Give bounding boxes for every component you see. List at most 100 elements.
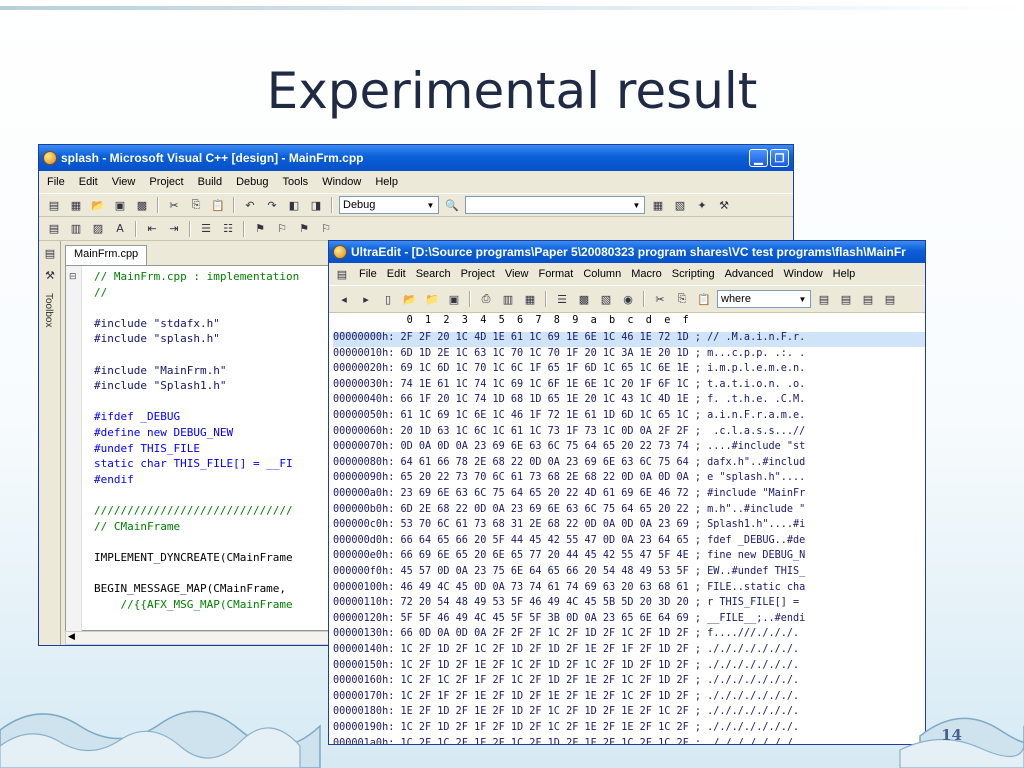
spell-check-icon[interactable]: ▦ (521, 291, 539, 307)
solution-config-combo[interactable]: Debug ▼ (339, 196, 439, 214)
ue-menu-project[interactable]: Project (461, 268, 495, 280)
indent-icon[interactable]: ⇥ (165, 221, 183, 237)
collapse-icon[interactable]: ⊟ (69, 272, 77, 282)
code-line: BEGIN_MESSAGE_MAP(CMainFrame, (94, 582, 287, 595)
horizontal-scrollbar[interactable]: ◀ (65, 631, 365, 645)
ue-window-title: UltraEdit - [D:\Source programs\Paper 5\… (351, 245, 906, 259)
menu-debug[interactable]: Debug (236, 176, 268, 188)
wrench-icon[interactable]: ⚒ (715, 197, 733, 213)
cut-icon[interactable]: ✂ (165, 197, 183, 213)
hex-row: 00000160h: 1C 2F 1C 2F 1F 2F 1C 2F 1D 2F… (333, 675, 800, 687)
menu-tools[interactable]: Tools (283, 176, 309, 188)
save-icon[interactable]: ▣ (445, 291, 463, 307)
hex-row: 00000100h: 46 49 4C 45 0D 0A 73 74 61 74… (333, 581, 806, 593)
hex-editor[interactable]: 0 1 2 3 4 5 6 7 8 9 a b c d e f 00000000… (329, 313, 925, 744)
ue-menu-edit[interactable]: Edit (387, 268, 406, 280)
hex-mode-icon[interactable]: ▩ (575, 291, 593, 307)
vc-title-bar[interactable]: splash - Microsoft Visual C++ [design] -… (39, 145, 793, 171)
open-folder-icon[interactable]: 📂 (401, 291, 419, 307)
copy-icon[interactable]: ⎘ (673, 291, 691, 307)
menu-edit[interactable]: Edit (79, 176, 98, 188)
menu-window[interactable]: Window (322, 176, 361, 188)
browser-icon[interactable]: ◉ (619, 291, 637, 307)
word-complete-icon[interactable]: A (111, 221, 129, 237)
toolbox-icon[interactable]: ⚒ (41, 267, 59, 283)
new-project-icon[interactable]: ▤ (45, 197, 63, 213)
print-icon[interactable]: ⎙ (477, 291, 495, 307)
solution-explorer-icon[interactable]: ▦ (649, 197, 667, 213)
undo-icon[interactable]: ↶ (241, 197, 259, 213)
hex-row: 00000050h: 61 1C 69 1C 6E 1C 46 1F 72 1E… (333, 410, 806, 421)
ue-menu-search[interactable]: Search (416, 268, 451, 280)
ue-menu-scripting[interactable]: Scripting (672, 268, 715, 280)
code-line: IMPLEMENT_DYNCREATE(CMainFrame (94, 550, 293, 564)
find-in-files-icon[interactable]: ▤ (881, 291, 899, 307)
code-line: #include "stdafx.h" (94, 316, 220, 330)
code-line: #undef THIS_FILE (94, 441, 200, 455)
ue-menu-file[interactable]: File (359, 268, 377, 280)
outdent-icon[interactable]: ⇤ (143, 221, 161, 237)
ue-menu-macro[interactable]: Macro (631, 268, 662, 280)
back-arrow-icon[interactable]: ◂ (335, 291, 353, 307)
paste-icon[interactable]: 📋 (209, 197, 227, 213)
bookmark-next-icon[interactable]: ⚐ (273, 221, 291, 237)
find-next-icon[interactable]: ▤ (837, 291, 855, 307)
toolbox-label[interactable]: Toolbox (43, 293, 54, 327)
find-combo[interactable]: ▼ (465, 196, 645, 214)
ue-menu-window[interactable]: Window (784, 268, 823, 280)
restore-button[interactable]: ❐ (770, 149, 789, 167)
open-recent-icon[interactable]: 📁 (423, 291, 441, 307)
ue-menu-help[interactable]: Help (833, 268, 856, 280)
code-line: #define new DEBUG_NEW (94, 426, 234, 439)
toolbox-tools-icon[interactable]: ✦ (693, 197, 711, 213)
ue-menu-format[interactable]: Format (538, 268, 573, 280)
properties-icon[interactable]: ▧ (671, 197, 689, 213)
uncomment-icon[interactable]: ☷ (219, 221, 237, 237)
member-list-icon[interactable]: ▤ (45, 221, 63, 237)
copy-icon[interactable]: ⎘ (187, 197, 205, 213)
save-icon[interactable]: ▣ (111, 197, 129, 213)
menu-project[interactable]: Project (149, 176, 183, 188)
nav-back-icon[interactable]: ◧ (285, 197, 303, 213)
nav-forward-icon[interactable]: ◨ (307, 197, 325, 213)
replace-icon[interactable]: ▤ (859, 291, 877, 307)
code-line: // MainFrm.cpp : implementation (94, 270, 300, 283)
menu-view[interactable]: View (112, 176, 136, 188)
redo-icon[interactable]: ↷ (263, 197, 281, 213)
quick-info-icon[interactable]: ▨ (89, 221, 107, 237)
menu-build[interactable]: Build (198, 176, 222, 188)
code-line: #endif (94, 472, 134, 486)
comment-icon[interactable]: ☰ (197, 221, 215, 237)
find-prev-icon[interactable]: ▤ (815, 291, 833, 307)
ue-menu-view[interactable]: View (505, 268, 529, 280)
word-wrap-icon[interactable]: ☰ (553, 291, 571, 307)
bookmark-prev-icon[interactable]: ⚑ (295, 221, 313, 237)
ue-menu-column[interactable]: Column (583, 268, 621, 280)
find-combo[interactable]: where ▼ (717, 290, 811, 308)
hex-row: 00000030h: 74 1E 61 1C 74 1C 69 1C 6F 1E… (333, 378, 806, 390)
hex-row: 00000000h: 2F 2F 20 1C 4D 1E 61 1C 69 1E… (333, 332, 925, 347)
paste-icon[interactable]: 📋 (695, 291, 713, 307)
find-icon[interactable]: 🔍 (443, 197, 461, 213)
open-folder-icon[interactable]: 📂 (89, 197, 107, 213)
minimize-button[interactable]: ▁ (749, 149, 768, 167)
scroll-left-icon[interactable]: ◀ (68, 632, 75, 642)
menu-file[interactable]: File (47, 176, 65, 188)
save-all-icon[interactable]: ▩ (133, 197, 151, 213)
add-item-icon[interactable]: ▦ (67, 197, 85, 213)
column-mode-icon[interactable]: ▧ (597, 291, 615, 307)
parameter-info-icon[interactable]: ▥ (67, 221, 85, 237)
ue-menu-advanced[interactable]: Advanced (725, 268, 774, 280)
cut-icon[interactable]: ✂ (651, 291, 669, 307)
menu-help[interactable]: Help (375, 176, 398, 188)
new-file-icon[interactable]: ▯ (379, 291, 397, 307)
print-preview-icon[interactable]: ▥ (499, 291, 517, 307)
ultraedit-window: UltraEdit - [D:\Source programs\Paper 5\… (328, 240, 926, 745)
tab-mainfrm-cpp[interactable]: MainFrm.cpp (65, 245, 148, 265)
bookmark-toggle-icon[interactable]: ⚑ (251, 221, 269, 237)
document-icon[interactable]: ▤ (335, 266, 349, 282)
forward-arrow-icon[interactable]: ▸ (357, 291, 375, 307)
bookmark-clear-icon[interactable]: ⚐ (317, 221, 335, 237)
server-explorer-icon[interactable]: ▤ (41, 245, 59, 261)
ue-title-bar[interactable]: UltraEdit - [D:\Source programs\Paper 5\… (329, 241, 925, 263)
